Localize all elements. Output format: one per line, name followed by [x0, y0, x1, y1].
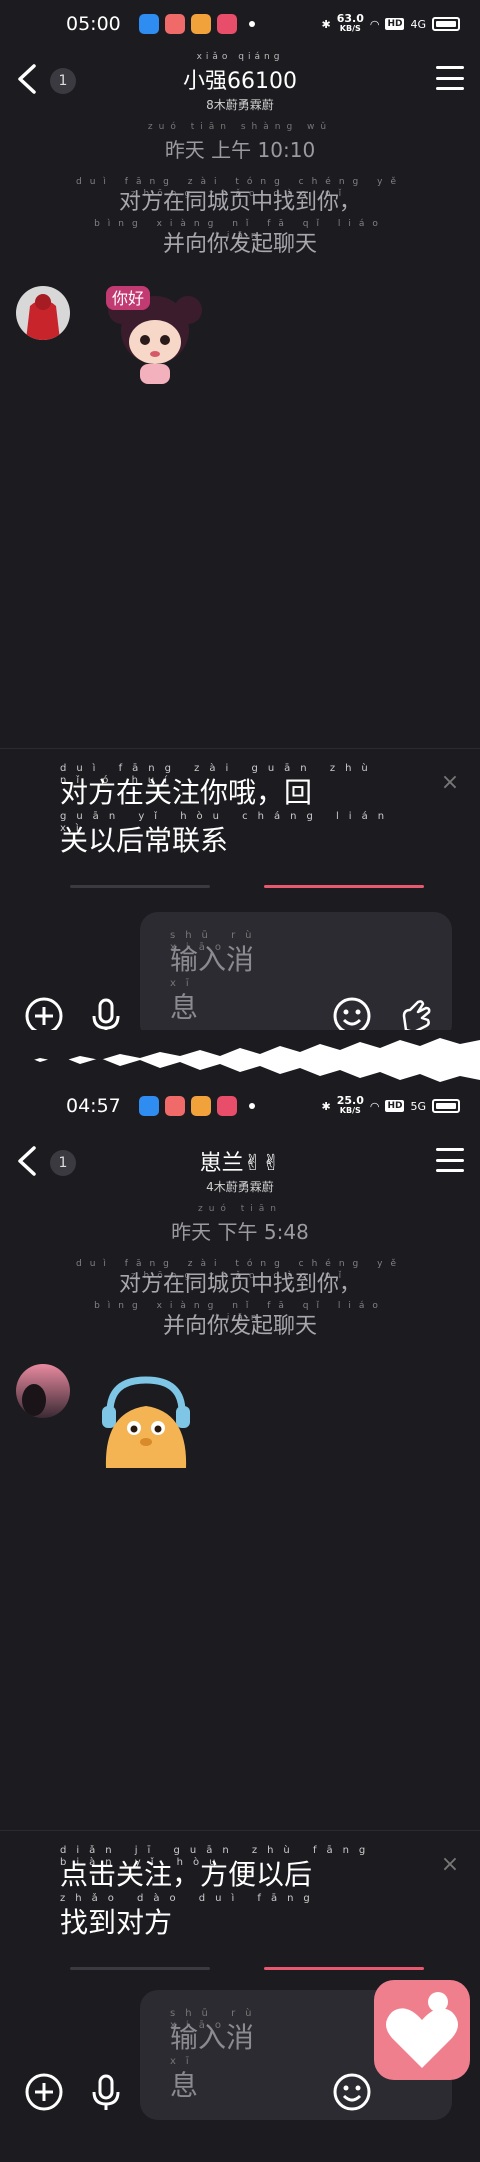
system-message: duì fāng zài tóng chéng yě zhōng zhǎo dà…: [76, 1259, 404, 1339]
contact-title[interactable]: 崽兰✌✌ 4木蔚勇霖蔚: [90, 1134, 390, 1195]
hd-badge: HD: [385, 1100, 405, 1112]
contact-name-pinyin: xiǎo qiáng: [196, 52, 284, 62]
emoji-icon[interactable]: [332, 2072, 372, 2112]
bluetooth-icon: ✱: [321, 17, 331, 31]
sticker-message[interactable]: 你好: [100, 280, 210, 394]
plus-icon[interactable]: [24, 996, 64, 1030]
app-notification-icon: [216, 1096, 237, 1116]
battery-icon: [432, 1099, 460, 1113]
back-icon[interactable]: [14, 62, 40, 96]
signal-icon: 4G: [410, 17, 426, 31]
microphone-icon[interactable]: [86, 996, 126, 1030]
app-notification-icon: [164, 14, 185, 34]
hd-badge: HD: [385, 18, 405, 30]
app-notification-icon: [164, 1096, 185, 1116]
contact-subtitle: 4木蔚勇霖蔚: [206, 1180, 274, 1194]
follow-prompt-text: duì fāng zài guān zhù nǐ ó huí 对方在关注你哦，回…: [60, 763, 395, 857]
heart-float-button[interactable]: [374, 1980, 470, 2080]
more-notifications-dot: [248, 1103, 255, 1109]
network-speed: 63.0 KB/S: [336, 12, 364, 33]
status-app-icons: [138, 14, 237, 34]
app-notification-icon: [216, 14, 237, 34]
status-indicators: ✱ 63.0 KB/S ◠ HD 4G: [321, 12, 460, 34]
weibo-icon: [190, 1096, 211, 1116]
sticker-message[interactable]: [96, 1372, 196, 1476]
follow-secondary-button[interactable]: [70, 885, 210, 888]
app-notification-icon: [138, 1096, 159, 1116]
status-time: 04:57: [66, 1095, 121, 1117]
wifi-icon: ◠: [369, 1099, 380, 1113]
follow-button[interactable]: [264, 1967, 424, 1970]
screenshot-divider: [0, 1030, 480, 1090]
menu-icon[interactable]: [436, 1148, 464, 1172]
contact-name-pinyin: [90, 1134, 390, 1145]
network-speed: 25.0 KB/S: [336, 1094, 364, 1115]
microphone-icon[interactable]: [86, 2072, 126, 2112]
finger-heart-icon[interactable]: [396, 996, 436, 1030]
heart-icon: [386, 1992, 458, 2068]
unread-count-badge[interactable]: 1: [50, 1150, 76, 1176]
signal-icon: 5G: [410, 1099, 426, 1113]
status-indicators: ✱ 25.0 KB/S ◠ HD 5G: [321, 1094, 460, 1116]
battery-icon: [432, 17, 460, 31]
weibo-icon: [190, 14, 211, 34]
status-bar: 05:00 ✱ 63.0 KB/S ◠ HD 4G: [0, 0, 480, 48]
status-app-icons: [138, 1096, 237, 1116]
close-icon[interactable]: ×: [440, 772, 460, 794]
status-time: 05:00: [66, 13, 121, 35]
follow-prompt-text: diǎn jī guān zhù fāng biàn yǐ hòu 点击关注，方…: [60, 1845, 376, 1939]
more-notifications-dot: [248, 21, 255, 27]
app-notification-icon: [138, 14, 159, 34]
plus-icon[interactable]: [24, 2072, 64, 2112]
avatar[interactable]: [16, 286, 70, 340]
follow-prompt-bar: diǎn jī guān zhù fāng biàn yǐ hòu 点击关注，方…: [0, 1830, 480, 1970]
unread-count-badge[interactable]: 1: [50, 68, 76, 94]
contact-title[interactable]: xiǎo qiáng 小强66100 8木蔚勇霖蔚: [90, 52, 390, 113]
emoji-icon[interactable]: [332, 996, 372, 1030]
message-timestamp: zuó tiān 昨天 下午 5:48: [171, 1204, 309, 1244]
message-input-placeholder: shū rù xiāo 输入消 xī 息: [170, 930, 262, 1024]
chat-header: 1 xiǎo qiáng 小强66100 8木蔚勇霖蔚: [0, 48, 480, 112]
sticker-text: 你好: [112, 289, 144, 308]
avatar[interactable]: [16, 1364, 70, 1418]
follow-button[interactable]: [264, 885, 424, 888]
status-bar: 04:57 ✱ 25.0 KB/S ◠ HD 5G: [0, 1082, 480, 1130]
wifi-icon: ◠: [369, 17, 380, 31]
contact-name: 小强66100: [183, 69, 297, 94]
close-icon[interactable]: ×: [440, 1854, 460, 1876]
message-timestamp: zuó tiān shàng wǔ 昨天 上午 10:10: [147, 122, 333, 162]
contact-subtitle: 8木蔚勇霖蔚: [206, 98, 274, 112]
back-icon[interactable]: [14, 1144, 40, 1178]
message-input-placeholder: shū rù xiāo 输入消 xī 息: [170, 2008, 262, 2102]
menu-icon[interactable]: [436, 66, 464, 90]
follow-prompt-bar: duì fāng zài guān zhù nǐ ó huí 对方在关注你哦，回…: [0, 748, 480, 888]
follow-secondary-button[interactable]: [70, 1967, 210, 1970]
chat-screen-1: 05:00 ✱ 63.0 KB/S ◠ HD 4G 1 xiǎo qiáng 小强…: [0, 0, 480, 1030]
contact-name: 崽兰✌✌: [199, 1151, 281, 1176]
bluetooth-icon: ✱: [321, 1099, 331, 1113]
chat-header: 1 崽兰✌✌ 4木蔚勇霖蔚: [0, 1130, 480, 1194]
system-message: duì fāng zài tóng chéng yě zhōng zhǎo dà…: [76, 177, 404, 257]
